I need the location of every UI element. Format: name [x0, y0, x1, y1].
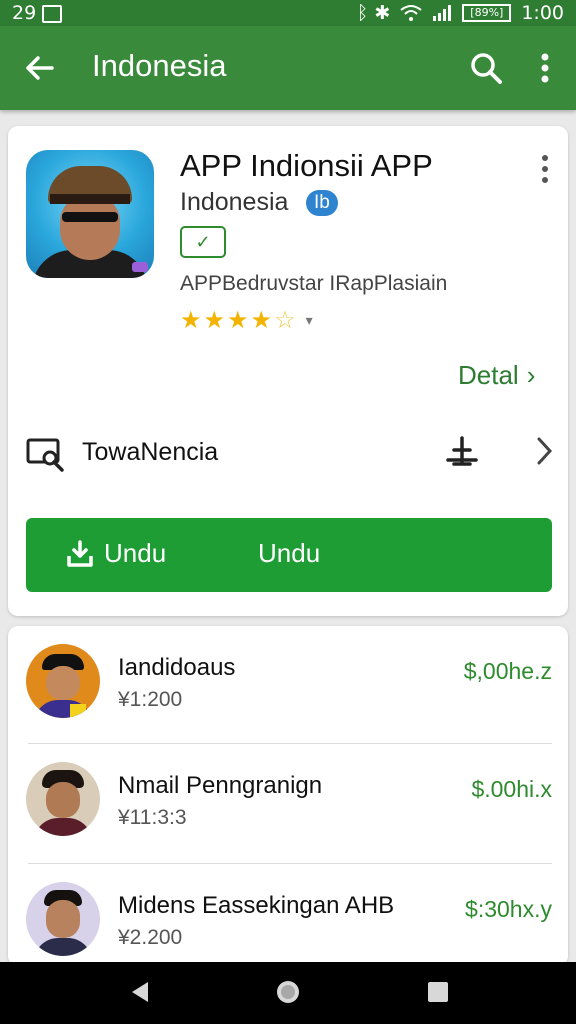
filled-stars: ★★★★	[180, 307, 275, 334]
app-card: APP Indionsii APP Indonesia Ib ✓ APPBedr…	[8, 126, 568, 616]
back-triangle-icon[interactable]	[126, 978, 154, 1006]
device-search-icon	[26, 438, 64, 472]
download-label-secondary: Undu	[258, 538, 321, 568]
install-row[interactable]: TowaNencia	[8, 420, 568, 484]
wifi-icon	[400, 5, 422, 21]
notification-icon	[42, 5, 62, 23]
chevron-right-icon[interactable]	[534, 436, 554, 466]
recents-square-icon[interactable]	[424, 978, 452, 1006]
status-clock: 1:00	[521, 2, 564, 24]
bluetooth-icon: ᛒ ✱	[356, 2, 391, 24]
app-title: APP Indionsii APP	[180, 148, 433, 183]
list-item-price: $,00he.z	[463, 658, 552, 684]
more-vert-icon[interactable]	[530, 50, 560, 86]
app-bar: Indonesia	[0, 26, 576, 110]
app-icon[interactable]	[26, 150, 154, 278]
chevron-right-icon: ›	[526, 360, 536, 390]
list-item[interactable]: Nmail Penngranign ¥11:3:3 $.00hi.x	[8, 744, 568, 864]
status-bar: 29 ᛒ ✱ [89%] 1:00	[0, 0, 576, 26]
signal-icon	[433, 5, 452, 21]
battery-icon: [89%]	[462, 4, 512, 22]
home-circle-icon[interactable]	[274, 978, 302, 1006]
list-item-name: Midens Eassekingan AHB	[118, 892, 395, 919]
list-card: Iandidoaus ¥1:200 $,00he.z Nmail Penngra…	[8, 626, 568, 966]
status-time: 29	[12, 2, 37, 24]
status-right: ᛒ ✱ [89%] 1:00	[357, 2, 564, 24]
download-button[interactable]: Undu Undu	[26, 518, 552, 592]
list-item[interactable]: Iandidoaus ¥1:200 $,00he.z	[8, 626, 568, 746]
install-row-label: TowaNencia	[82, 438, 219, 466]
avatar	[26, 644, 100, 718]
app-category: APPBedruvstar IRapPlasiain	[180, 272, 448, 295]
system-nav-bar	[0, 962, 576, 1024]
verified-icon: ✓	[180, 226, 226, 258]
list-item-name: Nmail Penngranign	[118, 772, 323, 799]
plug-icon	[446, 436, 478, 466]
list-item-name: Iandidoaus	[118, 654, 236, 681]
details-link[interactable]: Detal ›	[458, 360, 535, 391]
developer-badge: Ib	[306, 190, 338, 216]
download-label: Undu	[104, 538, 167, 568]
list-item-sub: ¥1:200	[118, 688, 183, 711]
search-icon[interactable]	[468, 50, 504, 86]
list-item-price: $.00hi.x	[471, 776, 552, 802]
list-item-sub: ¥2.200	[118, 926, 183, 949]
page-title: Indonesia	[92, 48, 227, 83]
list-item-sub: ¥11:3:3	[118, 806, 187, 829]
more-vert-icon[interactable]	[538, 154, 552, 184]
rating-caret-icon: ▾	[305, 312, 313, 328]
avatar	[26, 762, 100, 836]
rating-stars: ★★★★☆ ▾	[180, 306, 313, 335]
avatar	[26, 882, 100, 956]
half-star-icon: ☆	[274, 307, 298, 334]
download-icon	[67, 540, 93, 567]
arrow-left-icon[interactable]	[22, 50, 58, 86]
list-item-price: $:30hx.y	[465, 896, 552, 922]
details-label: Detal	[458, 360, 519, 390]
app-developer[interactable]: Indonesia	[180, 188, 288, 217]
